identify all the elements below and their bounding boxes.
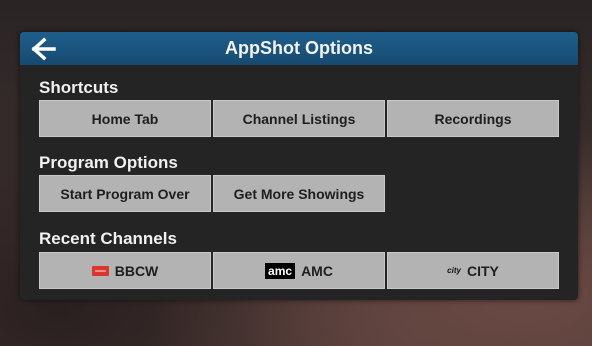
channel-amc-label: AMC	[301, 262, 333, 279]
channel-city-label: CITY	[466, 262, 499, 279]
channel-listings-label: Channel Listings	[242, 110, 356, 127]
section-label-program-options: Program Options	[39, 153, 178, 172]
channel-listings-button[interactable]: Channel Listings	[213, 100, 385, 137]
dialog-title: AppShot Options	[225, 38, 373, 58]
home-tab-button[interactable]: Home Tab	[39, 100, 211, 137]
channel-amc-button[interactable]: amc AMC	[213, 252, 385, 289]
arrow-left-icon	[31, 37, 56, 61]
start-program-over-label: Start Program Over	[60, 185, 190, 202]
amc-logo-icon: amc	[265, 262, 296, 279]
appshot-options-dialog: AppShot Options Shortcuts Home Tab Chann…	[20, 32, 578, 300]
dialog-header: AppShot Options	[20, 32, 578, 65]
recordings-button[interactable]: Recordings	[387, 100, 559, 137]
back-button[interactable]	[30, 36, 58, 62]
start-program-over-button[interactable]: Start Program Over	[39, 175, 211, 212]
section-label-recent-channels: Recent Channels	[39, 229, 177, 248]
recordings-label: Recordings	[434, 110, 512, 127]
get-more-showings-button[interactable]: Get More Showings	[213, 175, 385, 212]
channel-bbcw-button[interactable]: BBCW	[39, 252, 211, 289]
bbc-logo-icon	[91, 265, 109, 276]
get-more-showings-label: Get More Showings	[233, 185, 365, 202]
home-tab-label: Home Tab	[91, 110, 159, 127]
section-label-shortcuts: Shortcuts	[39, 78, 119, 97]
city-logo-icon: city	[447, 266, 461, 275]
channel-city-button[interactable]: city CITY	[387, 252, 559, 289]
channel-bbcw-label: BBCW	[114, 262, 159, 279]
